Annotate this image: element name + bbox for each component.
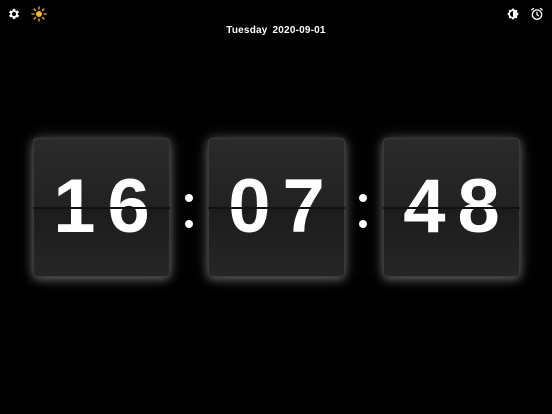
colon-separator — [185, 190, 193, 238]
minutes-card: 07 — [208, 138, 345, 277]
card-split-line — [208, 207, 345, 209]
sun-icon[interactable] — [30, 5, 48, 23]
date-display: Tuesday 2020-09-01 — [0, 25, 552, 36]
date-value: 2020-09-01 — [272, 25, 326, 36]
alarm-clock-icon[interactable] — [528, 5, 546, 23]
weekday-label: Tuesday — [226, 25, 268, 36]
hours-card: 16 — [33, 138, 170, 277]
card-split-line — [33, 207, 170, 209]
gear-icon[interactable] — [5, 5, 23, 23]
card-split-line — [383, 207, 520, 209]
contrast-icon[interactable] — [504, 5, 522, 23]
colon-separator — [359, 190, 367, 238]
seconds-card: 48 — [383, 138, 520, 277]
